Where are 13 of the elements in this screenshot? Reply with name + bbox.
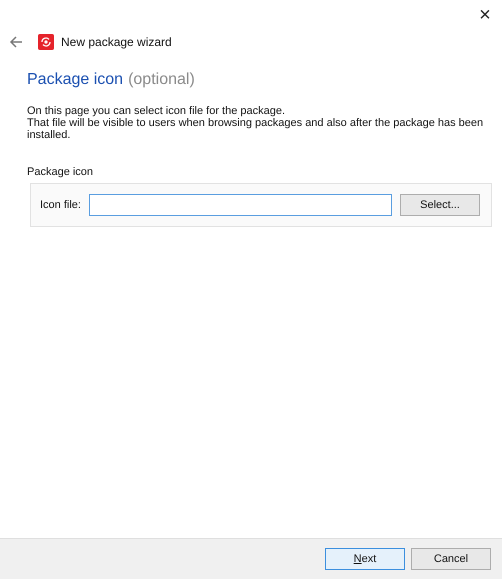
field-label: Icon file:: [40, 199, 81, 211]
wizard-title: New package wizard: [61, 35, 172, 49]
next-button[interactable]: Next: [325, 548, 405, 570]
close-button[interactable]: ×: [470, 0, 500, 30]
description-text: That file will be visible to users when browsing packages and also after the package has been installed.: [27, 117, 484, 141]
select-button[interactable]: Select...: [400, 194, 480, 216]
group-label: Package icon: [27, 166, 94, 178]
page-heading: Package icon (optional): [27, 71, 196, 89]
back-arrow-icon[interactable]: [8, 34, 24, 50]
cancel-button[interactable]: Cancel: [411, 548, 491, 570]
app-logo-icon: [38, 34, 54, 50]
description-text: On this page you can select icon file for the package.: [27, 105, 286, 117]
icon-file-field[interactable]: [88, 194, 392, 216]
